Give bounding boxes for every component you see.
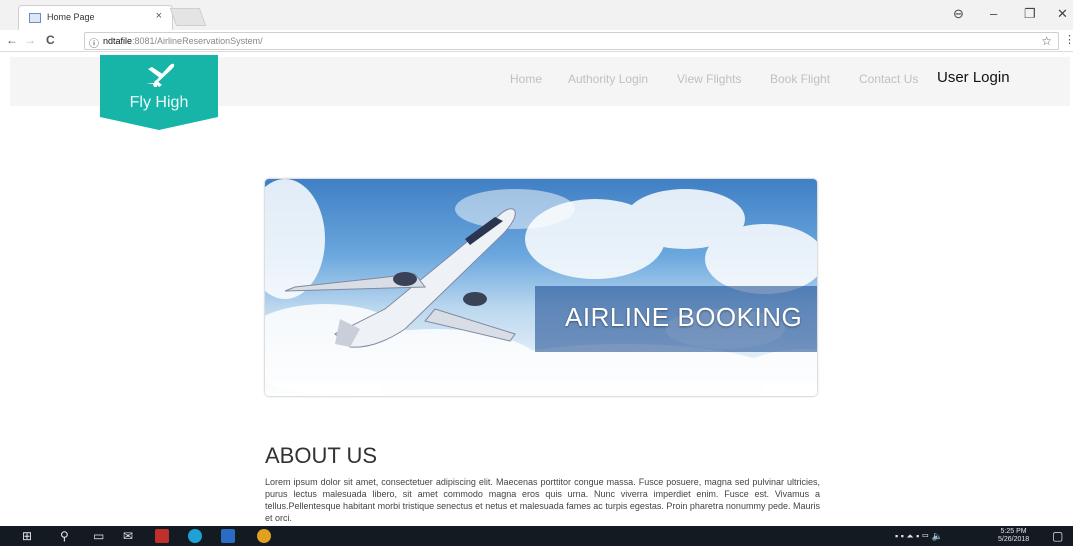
clock-date: 5/26/2018 xyxy=(998,536,1030,543)
reload-icon[interactable]: C xyxy=(46,33,55,47)
browser-toolbar: ← → C ⓘ ndtafile:8081/AirlineReservation… xyxy=(0,30,1073,52)
tray-icons[interactable]: ▪ ▪ ⏶ ▪ ▭ 🔈 xyxy=(895,529,943,543)
url-path: :8081/AirlineReservationSystem/ xyxy=(132,36,263,46)
search-icon[interactable]: ⚲ xyxy=(60,529,69,543)
nav-home[interactable]: Home xyxy=(510,72,542,86)
browser-menu-icon[interactable]: ⋮ xyxy=(1064,33,1073,46)
task-view-icon[interactable]: ▭ xyxy=(93,529,104,543)
tab-title: Home Page xyxy=(47,12,95,22)
site-logo[interactable]: Fly High xyxy=(100,55,218,130)
clock-time: 5:25 PM xyxy=(1000,528,1027,535)
restore-icon[interactable]: ❐ xyxy=(1024,6,1036,22)
profile-icon[interactable]: ⊖ xyxy=(953,6,964,22)
about-text: Lorem ipsum dolor sit amet, consectetuer… xyxy=(265,477,820,523)
browser-tab[interactable]: Home Page × xyxy=(18,5,173,30)
browser-tab-bar: Home Page × ⊖ – ❐ ✕ xyxy=(0,0,1073,30)
nav-contact-us[interactable]: Contact Us xyxy=(859,72,918,86)
nav-authority-login[interactable]: Authority Login xyxy=(568,72,648,86)
windows-taskbar: ⊞ ⚲ ▭ ✉ ▪ ▪ ⏶ ▪ ▭ 🔈 5:25 PM 5/26/2018 ▢ xyxy=(0,526,1073,546)
nav-view-flights[interactable]: View Flights xyxy=(677,72,741,86)
hero-banner: AIRLINE BOOKING xyxy=(265,179,817,396)
back-icon[interactable]: ← xyxy=(6,33,18,47)
airplane-icon xyxy=(146,63,175,87)
tab-close-icon[interactable]: × xyxy=(156,10,162,22)
nav-book-flight[interactable]: Book Flight xyxy=(770,72,830,86)
pdf-reader-icon[interactable] xyxy=(155,529,169,543)
windows-start-icon[interactable]: ⊞ xyxy=(22,529,32,543)
about-heading: ABOUT US xyxy=(265,443,378,468)
address-bar[interactable]: ⓘ ndtafile:8081/AirlineReservationSystem… xyxy=(84,32,1059,50)
chrome-icon[interactable] xyxy=(257,529,271,543)
logo-ribbon-tip xyxy=(100,117,218,130)
page-favicon-icon xyxy=(29,13,41,23)
new-tab-button[interactable] xyxy=(169,8,207,26)
minimize-icon[interactable]: – xyxy=(990,6,997,21)
skype-icon[interactable] xyxy=(188,529,202,543)
forward-icon[interactable]: → xyxy=(24,33,36,47)
mail-icon[interactable]: ✉ xyxy=(123,529,133,543)
taskbar-clock[interactable]: 5:25 PM 5/26/2018 xyxy=(998,528,1029,544)
banner-title: AIRLINE BOOKING xyxy=(565,302,803,332)
site-info-icon[interactable]: ⓘ xyxy=(89,35,99,50)
url-text: ndtafile:8081/AirlineReservationSystem/ xyxy=(103,36,263,46)
brand-name: Fly High xyxy=(129,94,189,111)
bookmark-star-icon[interactable]: ☆ xyxy=(1041,34,1052,48)
mail-app-icon[interactable] xyxy=(221,529,235,543)
window-close-icon[interactable]: ✕ xyxy=(1057,6,1068,22)
url-host: ndtafile xyxy=(103,36,133,46)
nav-user-login[interactable]: User Login xyxy=(937,69,1010,86)
notifications-icon[interactable]: ▢ xyxy=(1052,529,1063,543)
